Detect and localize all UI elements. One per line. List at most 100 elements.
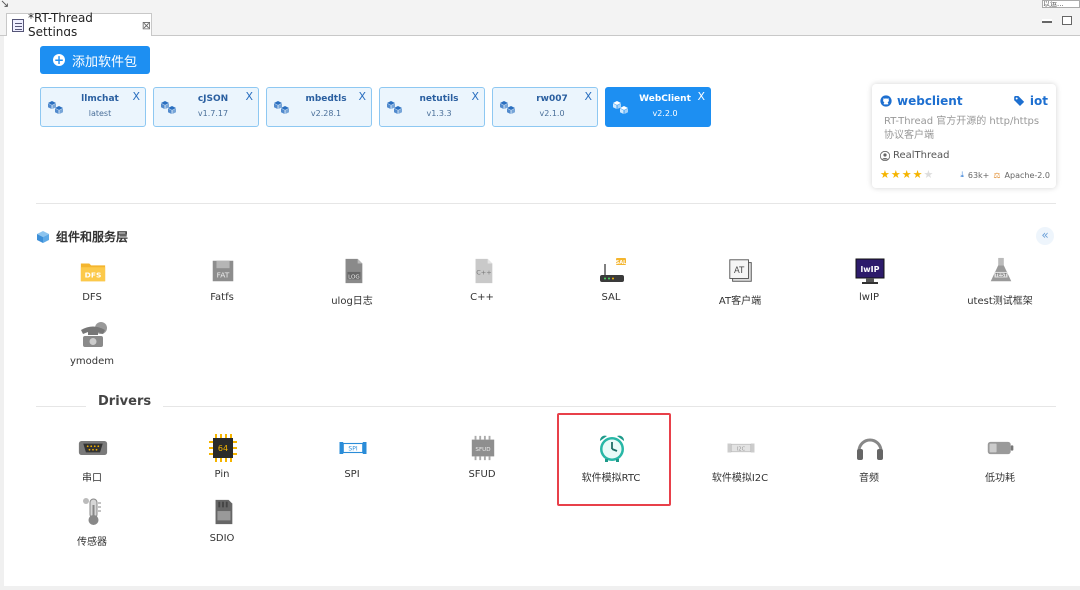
package-cube-icon [386,100,404,116]
driver-label: Pin [214,469,230,480]
download-icon: ⤓ [960,170,964,179]
package-detail-name[interactable]: webclient [880,94,963,108]
svg-text:lwIP: lwIP [861,265,880,274]
star-icon: ★ [890,168,902,181]
package-detail-description: RT-Thread 官方开源的 http/https 协议客户端 [884,116,1040,141]
star-icon: ★ [901,168,913,181]
package-detail-meta: ⤓ 63k+ ⚖ Apache-2.0 [960,170,1050,180]
package-version: v2.28.1 [310,109,342,118]
component-dfs-folder[interactable]: DFS DFS [42,256,142,314]
driver-label: 串口 [82,473,102,484]
component-label: ymodem [69,356,115,367]
package-chip-llmchat[interactable]: llmchat latest X [40,87,146,127]
maximize-icon[interactable] [1062,16,1072,25]
driver-i2c[interactable]: I2C 软件模拟I2C [690,433,790,491]
component-label: utest测试框架 [967,296,1033,307]
at-icon: AT [726,256,756,286]
i2c-icon: I2C [726,433,756,463]
component-fat-disk[interactable]: FAT Fatfs [172,256,272,314]
driver-spi[interactable]: SPI SPI [302,433,402,491]
cpp-file-icon: C++ [468,256,498,286]
svg-text:C++: C++ [476,269,491,277]
sd-card-icon [208,497,238,527]
package-remove-icon[interactable]: X [245,90,253,103]
component-log-file[interactable]: LOG ulog日志 [302,256,402,314]
telephone-icon [78,320,108,350]
add-package-label: 添加软件包 [71,54,137,70]
svg-text:64: 64 [218,444,228,453]
sfud-chip-icon: SFUD [468,433,498,463]
svg-text:SPI: SPI [348,445,357,452]
driver-label: 低功耗 [985,473,1015,484]
component-label: SAL [601,292,621,303]
package-remove-icon[interactable]: X [697,90,705,103]
svg-text:FAT: FAT [217,271,230,280]
component-test-flask[interactable]: TEST utest测试框架 [950,256,1050,314]
package-cube-icon [612,100,630,116]
package-name: netutils [419,94,459,104]
add-package-button[interactable]: + 添加软件包 [40,46,150,74]
driver-thermometer[interactable]: 传感器 [42,497,142,555]
package-version: v1.3.3 [426,109,452,118]
component-label: DFS [82,292,102,303]
driver-sd-card[interactable]: SDIO [172,497,272,555]
svg-text:SFUD: SFUD [475,447,490,453]
collapse-button[interactable]: « [1036,227,1054,245]
plus-circle-icon: + [52,53,65,67]
component-lwip-monitor[interactable]: lwIP lwIP [819,256,919,314]
component-router[interactable]: SAL SAL [561,256,661,314]
battery-icon [986,433,1016,463]
top-strip: ↘ 以运... [0,0,1080,12]
package-chip-mbedtls[interactable]: mbedtls v2.28.1 X [266,87,372,127]
package-chip-cjson[interactable]: cJSON v1.7.17 X [153,87,259,127]
package-chip-webclient[interactable]: WebClient v2.2.0 X [605,87,711,127]
rating-stars: ★★★★★ [880,168,934,181]
serial-port-icon [78,433,108,463]
package-detail-tag: iot [1014,94,1048,108]
driver-label: 音频 [859,473,879,484]
driver-headphones[interactable]: 音频 [819,433,919,491]
driver-chip[interactable]: 64 Pin [172,433,272,491]
thermometer-icon [78,497,108,527]
package-remove-icon[interactable]: X [132,90,140,103]
tag-icon [1014,96,1025,106]
tab-rt-thread-settings[interactable]: *RT-Thread Settings ⊠ [6,11,152,39]
editor-tab-bar: *RT-Thread Settings ⊠ [0,11,1080,39]
test-flask-icon: TEST [986,256,1016,286]
driver-serial-port[interactable]: 串口 [42,433,142,491]
svg-text:TEST: TEST [994,273,1007,279]
star-icon: ★ [912,168,924,181]
package-name: cJSON [197,94,229,104]
tooltip-fragment: 以运... [1042,0,1080,8]
package-detail-card[interactable]: webclient iot RT-Thread 官方开源的 http/https… [872,84,1056,188]
component-telephone[interactable]: ymodem [42,320,142,378]
tab-title: *RT-Thread Settings [28,11,93,39]
driver-sfud-chip[interactable]: SFUD SFUD [432,433,532,491]
component-label: C++ [470,292,494,303]
package-chip-rw007[interactable]: rw007 v2.1.0 X [492,87,598,127]
driver-battery[interactable]: 低功耗 [950,433,1050,491]
component-at[interactable]: AT AT客户端 [690,256,790,314]
license-label: Apache-2.0 [1004,170,1050,180]
github-icon [880,95,892,107]
component-cpp-file[interactable]: C++ C++ [432,256,532,314]
component-label: ulog日志 [331,296,373,307]
drivers-divider [36,406,1056,407]
minimize-icon[interactable] [1042,19,1052,23]
component-label: AT客户端 [718,296,762,307]
package-cube-icon [273,100,291,116]
package-remove-icon[interactable]: X [471,90,479,103]
package-version: latest [88,109,112,118]
user-icon [880,150,890,161]
fat-disk-icon: FAT [208,256,238,286]
package-remove-icon[interactable]: X [584,90,592,103]
package-chip-netutils[interactable]: netutils v1.3.3 X [379,87,485,127]
component-label: lwIP [859,292,879,303]
package-name: rw007 [536,94,568,104]
top-divider [36,203,1056,204]
package-remove-icon[interactable]: X [358,90,366,103]
window-controls [1042,16,1072,25]
package-cube-icon [47,100,65,116]
tab-close-icon[interactable]: ⊠ [142,19,151,32]
package-detail-author: RealThread [880,150,950,161]
